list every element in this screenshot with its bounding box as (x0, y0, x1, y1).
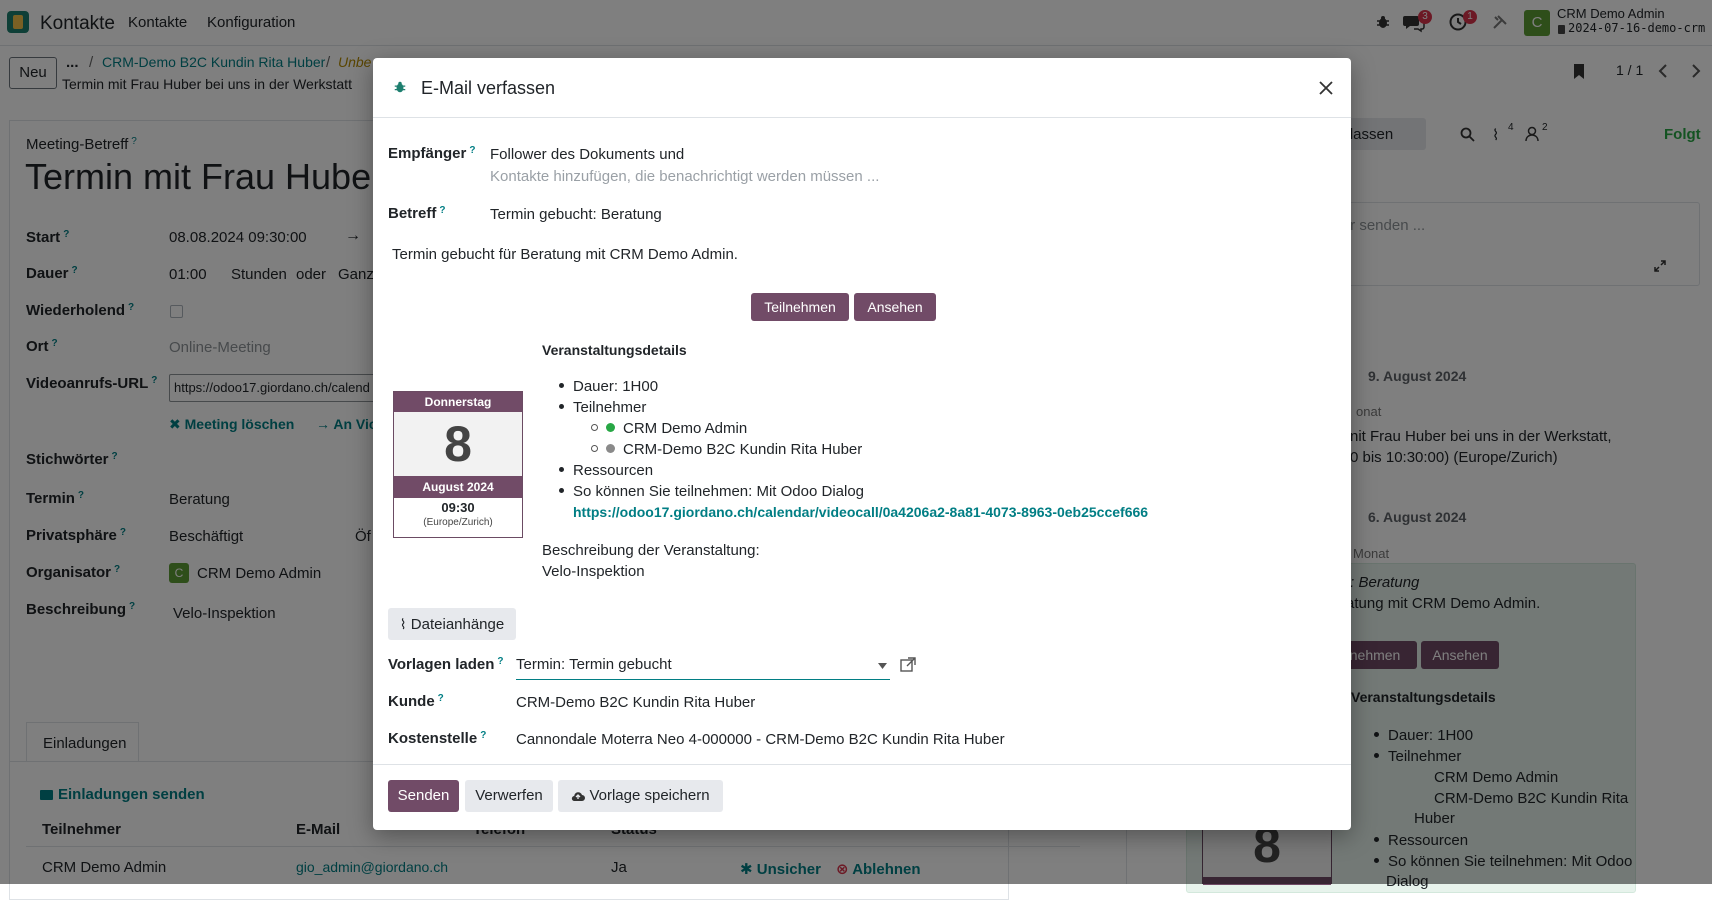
paperclip-icon: ⌇ (399, 616, 407, 632)
attendee-item: CRM-Demo B2C Kundin Rita Huber (559, 441, 1339, 462)
view-button[interactable]: Ansehen (854, 293, 936, 321)
calendar-weekday: Donnerstag (394, 392, 522, 412)
calendar-timezone: (Europe/Zurich) (423, 517, 493, 528)
cloud-upload-icon (572, 792, 586, 802)
discard-button[interactable]: Verwerfen (465, 780, 553, 812)
customer-value[interactable]: CRM-Demo B2C Kundin Rita Huber (516, 694, 755, 711)
calendar-time: 09:30 (441, 500, 475, 515)
subject-input[interactable]: Termin gebucht: Beratung (490, 206, 662, 223)
email-compose-dialog: E-Mail verfassen Empfänger? Follower des… (373, 58, 1351, 830)
debug-bug-icon (394, 81, 406, 93)
close-icon[interactable] (1318, 80, 1334, 96)
template-select[interactable]: Termin: Termin gebucht (516, 654, 890, 680)
attendee-status-accepted (606, 423, 615, 432)
event-description-label: Beschreibung der Veranstaltung: (542, 542, 760, 559)
recipients-value: Follower des Dokuments und (490, 146, 685, 163)
chevron-down-icon[interactable] (878, 663, 887, 669)
dialog-title: E-Mail verfassen (421, 78, 556, 98)
details-list: Dauer: 1H00 Teilnehmer CRM Demo Admin CR… (559, 378, 1339, 525)
event-description-value: Velo-Inspektion (542, 563, 645, 580)
join-button[interactable]: Teilnehmen (751, 293, 849, 321)
attachments-button[interactable]: ⌇ Dateianhänge (388, 608, 516, 640)
recipients-input[interactable]: Kontakte hinzufügen, die benachrichtigt … (490, 168, 879, 185)
dialog-footer: Senden Verwerfen Vorlage speichern (373, 764, 1351, 830)
external-link-icon[interactable] (900, 657, 916, 673)
save-template-button[interactable]: Vorlage speichern (558, 780, 723, 812)
template-label: Vorlagen laden? (388, 656, 504, 673)
detail-duration: Dauer: 1H00 (559, 378, 1339, 399)
recipients-label: Empfänger? (388, 145, 476, 162)
dialog-header: E-Mail verfassen (373, 58, 1351, 118)
calendar-card: Donnerstag 8 August 2024 09:30 (Europe/Z… (393, 391, 523, 538)
customer-label: Kunde? (388, 693, 444, 710)
attendee-item: CRM Demo Admin (559, 420, 1339, 441)
costcenter-label: Kostenstelle? (388, 730, 487, 747)
subject-label: Betreff? (388, 205, 446, 222)
details-title: Veranstaltungsdetails (542, 342, 687, 358)
attendee-status-pending (606, 444, 615, 453)
body-intro[interactable]: Termin gebucht für Beratung mit CRM Demo… (392, 246, 738, 263)
detail-join-info: So können Sie teilnehmen: Mit Odoo Dialo… (559, 483, 1339, 504)
detail-attendees: Teilnehmer (559, 399, 1339, 420)
calendar-month: August 2024 (394, 476, 522, 498)
video-link[interactable]: https://odoo17.giordano.ch/calendar/vide… (559, 504, 1339, 525)
detail-resources: Ressourcen (559, 462, 1339, 483)
costcenter-value[interactable]: Cannondale Moterra Neo 4-000000 - CRM-De… (516, 731, 1005, 748)
send-button[interactable]: Senden (388, 780, 459, 812)
calendar-day: 8 (394, 412, 522, 476)
